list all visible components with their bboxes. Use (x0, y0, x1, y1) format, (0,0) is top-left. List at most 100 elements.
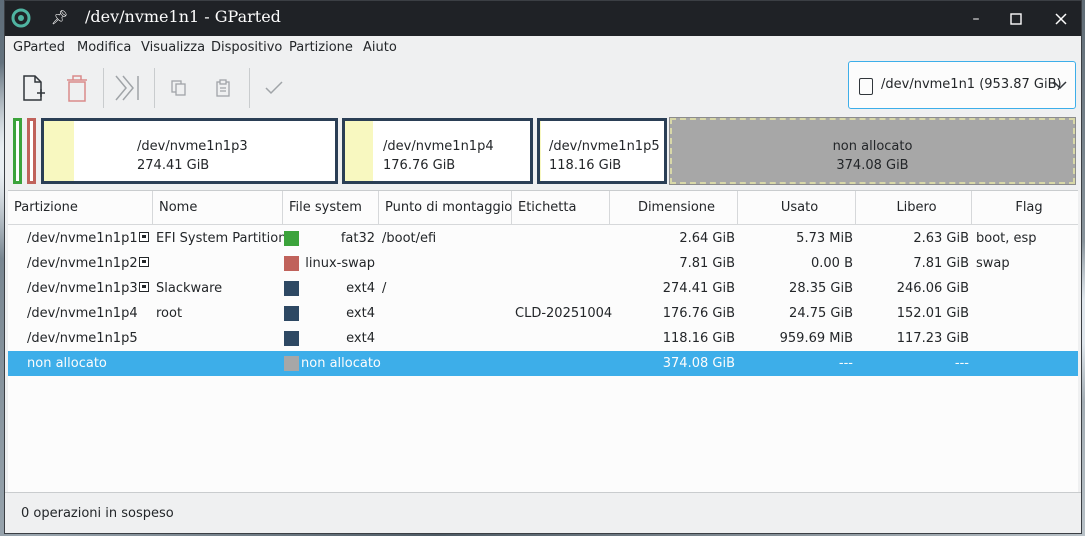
paste-button[interactable] (205, 68, 241, 108)
cell-flags: swap (976, 256, 1010, 271)
column-header-punto-montaggio[interactable]: Punto di montaggio (379, 191, 512, 224)
close-icon[interactable] (1050, 9, 1072, 29)
diskmap-p2[interactable] (27, 118, 36, 184)
status-bar: 0 operazioni in sospeso (5, 492, 1081, 533)
table-row[interactable]: /dev/nvme1n1p3 Slackware ext4 / 274.41 G… (8, 276, 1078, 301)
chevron-down-icon (1053, 81, 1067, 90)
mounted-key-icon (139, 282, 149, 292)
cell-partition: /dev/nvme1n1p1 (27, 231, 138, 246)
filesystem-color-swatch (284, 231, 299, 246)
used-space-bar (540, 121, 541, 181)
cell-size: 176.76 GiB (662, 306, 735, 321)
cell-partition: /dev/nvme1n1p5 (27, 331, 138, 346)
cell-filesystem: fat32 (340, 231, 375, 246)
cell-free: 246.06 GiB (896, 281, 969, 296)
cell-filesystem: ext4 (346, 331, 375, 346)
window-title: /dev/nvme1n1 - GParted (85, 7, 281, 26)
used-space-bar (44, 121, 74, 181)
partition-size: 274.41 GiB (137, 158, 210, 173)
apply-button[interactable] (256, 68, 292, 108)
filesystem-color-swatch (284, 281, 299, 296)
cell-free: 152.01 GiB (896, 306, 969, 321)
title-bar: 📌︎ /dev/nvme1n1 - GParted – (5, 1, 1081, 36)
partition-name: non allocato (832, 139, 913, 154)
cell-size: 274.41 GiB (662, 281, 735, 296)
cell-filesystem: ext4 (346, 281, 375, 296)
cell-partition: /dev/nvme1n1p4 (27, 306, 138, 321)
cell-used: 24.75 GiB (789, 306, 853, 321)
cell-name: root (156, 306, 183, 321)
harddisk-icon (859, 78, 873, 95)
disk-map: /dev/nvme1n1p3 274.41 GiB /dev/nvme1n1p4… (5, 114, 1081, 190)
device-selector-label: /dev/nvme1n1 (953.87 GiB) (881, 77, 1062, 92)
resize-move-button[interactable] (109, 68, 145, 108)
diskmap-p1[interactable] (13, 118, 22, 184)
table-row[interactable]: /dev/nvme1n1p1 EFI System Partition fat3… (8, 226, 1078, 251)
filesystem-color-swatch (284, 331, 299, 346)
delete-icon (67, 75, 87, 102)
toolbar-separator (249, 68, 250, 108)
new-partition-button[interactable] (15, 68, 51, 108)
menu-modifica[interactable]: Modifica (77, 40, 131, 55)
maximize-icon[interactable] (1005, 9, 1027, 29)
table-header: Partizione Nome File system Punto di mon… (8, 191, 1078, 225)
table-row[interactable]: /dev/nvme1n1p2 linux-swap 7.81 GiB 0.00 … (8, 251, 1078, 276)
mounted-key-icon (139, 257, 149, 267)
column-header-nome[interactable]: Nome (153, 191, 283, 224)
cell-size: 374.08 GiB (662, 356, 735, 371)
diskmap-unallocated[interactable]: non allocato 374.08 GiB (669, 117, 1076, 185)
cell-name: Slackware (156, 281, 223, 296)
cell-filesystem: non allocato (301, 356, 381, 371)
cell-partition: /dev/nvme1n1p2 (27, 256, 138, 271)
column-header-file-system[interactable]: File system (283, 191, 379, 224)
column-header-flag[interactable]: Flag (972, 191, 1080, 224)
cell-free: 7.81 GiB (913, 256, 969, 271)
column-header-libero[interactable]: Libero (856, 191, 972, 224)
menu-aiuto[interactable]: Aiuto (363, 40, 397, 55)
filesystem-color-swatch (284, 356, 299, 371)
cell-name: EFI System Partition (156, 231, 287, 246)
cell-free: --- (954, 356, 969, 371)
partition-size: 118.16 GiB (549, 158, 622, 173)
partition-size: 176.76 GiB (383, 158, 456, 173)
pin-icon[interactable]: 📌︎ (51, 10, 69, 26)
partition-name: /dev/nvme1n1p4 (383, 139, 494, 154)
partition-name: /dev/nvme1n1p3 (137, 139, 248, 154)
table-row[interactable]: /dev/nvme1n1p5 ext4 118.16 GiB 959.69 Mi… (8, 326, 1078, 351)
column-header-usato[interactable]: Usato (738, 191, 856, 224)
copy-icon (171, 80, 186, 96)
minimize-icon[interactable]: – (965, 9, 987, 29)
column-header-etichetta[interactable]: Etichetta (512, 191, 610, 224)
gparted-app-icon (11, 8, 31, 28)
cell-used: 5.73 MiB (796, 231, 853, 246)
used-space-bar (345, 121, 373, 181)
column-header-dimensione[interactable]: Dimensione (610, 191, 738, 224)
paste-icon (216, 79, 230, 97)
menu-partizione[interactable]: Partizione (289, 40, 353, 55)
mounted-key-icon (139, 232, 149, 242)
diskmap-p5[interactable]: /dev/nvme1n1p5 118.16 GiB (537, 118, 667, 184)
copy-button[interactable] (161, 68, 197, 108)
new-partition-icon (23, 75, 45, 101)
cell-mountpoint: /boot/efi (382, 231, 437, 246)
cell-size: 2.64 GiB (679, 231, 735, 246)
pending-operations-text: 0 operazioni in sospeso (21, 506, 174, 521)
diskmap-p4[interactable]: /dev/nvme1n1p4 176.76 GiB (342, 118, 533, 184)
menu-visualizza[interactable]: Visualizza (141, 40, 205, 55)
delete-button[interactable] (59, 68, 95, 108)
table-row[interactable]: non allocato non allocato 374.08 GiB ---… (8, 351, 1078, 376)
filesystem-color-swatch (284, 256, 299, 271)
device-selector[interactable]: /dev/nvme1n1 (953.87 GiB) (848, 61, 1076, 109)
filesystem-color-swatch (284, 306, 299, 321)
diskmap-p3[interactable]: /dev/nvme1n1p3 274.41 GiB (41, 118, 338, 184)
column-header-partizione[interactable]: Partizione (8, 191, 153, 224)
toolbar-separator (154, 68, 155, 108)
resize-move-icon (115, 75, 139, 101)
cell-used: --- (838, 356, 853, 371)
menu-dispositivo[interactable]: Dispositivo (211, 40, 282, 55)
menu-gparted[interactable]: GParted (13, 40, 65, 55)
gparted-window: 📌︎ /dev/nvme1n1 - GParted – GParted Modi… (4, 0, 1082, 534)
table-row[interactable]: /dev/nvme1n1p4 root ext4 CLD-20251004 17… (8, 301, 1078, 326)
cell-flags: boot, esp (976, 231, 1037, 246)
cell-partition: non allocato (27, 356, 107, 371)
